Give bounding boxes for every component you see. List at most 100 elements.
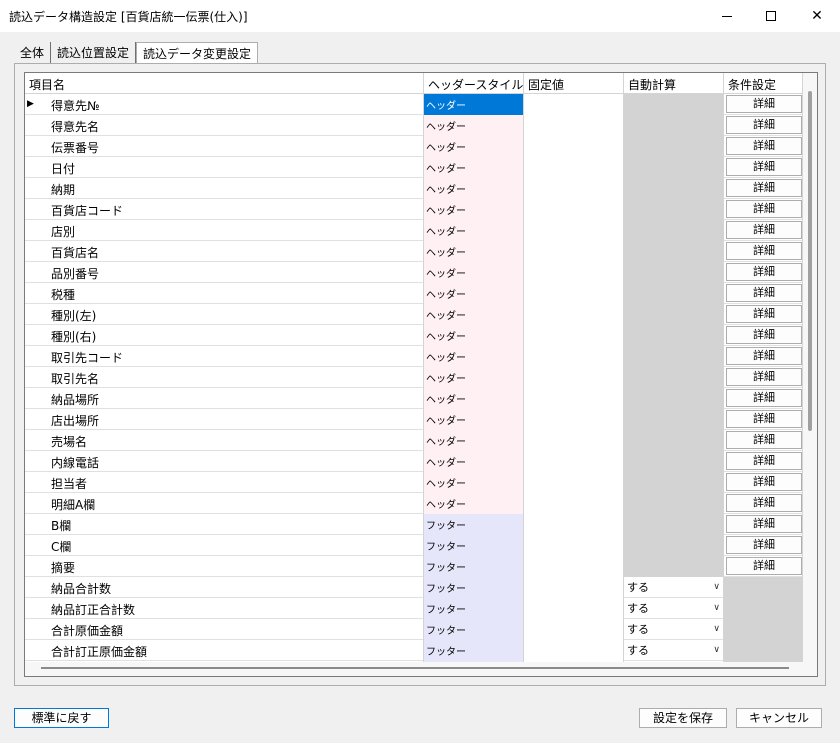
auto-calc-dropdown[interactable]: する ∨ (624, 577, 723, 597)
item-name-cell[interactable]: 納品合計数 (25, 577, 424, 598)
item-name-cell[interactable]: 種別(右) (25, 325, 424, 346)
header-style-cell[interactable]: ヘッダー (424, 388, 524, 409)
fixed-value-cell[interactable] (524, 472, 624, 493)
header-style-cell[interactable]: ヘッダー (424, 283, 524, 304)
detail-button[interactable]: 詳細 (726, 221, 802, 239)
detail-button[interactable]: 詳細 (726, 200, 802, 218)
fixed-value-cell[interactable] (524, 94, 624, 115)
table-row[interactable]: 取引先名 ヘッダー 詳細 (25, 367, 803, 388)
detail-button[interactable]: 詳細 (726, 368, 802, 386)
fixed-value-cell[interactable] (524, 619, 624, 640)
vertical-scroll-thumb[interactable] (808, 91, 812, 431)
fixed-value-cell[interactable] (524, 388, 624, 409)
table-row[interactable]: ▶ 得意先№ ヘッダー 詳細 (25, 94, 803, 115)
item-name-cell[interactable]: 百貨店コード (25, 199, 424, 220)
table-row[interactable]: 品別番号 ヘッダー 詳細 (25, 262, 803, 283)
vertical-scrollbar[interactable] (803, 73, 817, 676)
table-row[interactable]: 売場名 ヘッダー 詳細 (25, 430, 803, 451)
auto-calc-cell[interactable]: する ∨ (624, 577, 724, 598)
header-style-cell[interactable]: フッター (424, 514, 524, 535)
table-row[interactable]: B欄 フッター 詳細 (25, 514, 803, 535)
item-name-cell[interactable]: 内線電話 (25, 451, 424, 472)
item-name-cell[interactable]: 日付 (25, 157, 424, 178)
item-name-cell[interactable]: 百貨店名 (25, 241, 424, 262)
detail-button[interactable]: 詳細 (726, 557, 802, 575)
header-style-cell[interactable]: フッター (424, 556, 524, 577)
auto-calc-cell[interactable]: する ∨ (624, 619, 724, 640)
fixed-value-cell[interactable] (524, 409, 624, 430)
detail-button[interactable]: 詳細 (726, 536, 802, 554)
header-style-cell[interactable]: ヘッダー (424, 220, 524, 241)
horizontal-scroll-thumb[interactable] (41, 667, 789, 669)
auto-calc-dropdown[interactable]: する ∨ (624, 619, 723, 639)
detail-button[interactable]: 詳細 (726, 515, 802, 533)
table-row[interactable]: 合計原価金額 フッター する ∨ (25, 619, 803, 640)
detail-button[interactable]: 詳細 (726, 305, 802, 323)
auto-calc-cell[interactable]: する ∨ (624, 598, 724, 619)
header-style-cell[interactable]: ヘッダー (424, 136, 524, 157)
detail-button[interactable]: 詳細 (726, 431, 802, 449)
detail-button[interactable]: 詳細 (726, 95, 802, 113)
fixed-value-cell[interactable] (524, 535, 624, 556)
table-row[interactable]: 担当者 ヘッダー 詳細 (25, 472, 803, 493)
fixed-value-cell[interactable] (524, 598, 624, 619)
table-row[interactable]: 税種 ヘッダー 詳細 (25, 283, 803, 304)
header-style-cell[interactable]: ヘッダー (424, 346, 524, 367)
fixed-value-cell[interactable] (524, 640, 624, 661)
chevron-down-icon[interactable]: ∨ (713, 624, 720, 634)
item-name-cell[interactable]: 店出場所 (25, 409, 424, 430)
detail-button[interactable]: 詳細 (726, 347, 802, 365)
table-row[interactable]: 種別(左) ヘッダー 詳細 (25, 304, 803, 325)
column-header-condition[interactable]: 条件設定 (724, 73, 803, 94)
fixed-value-cell[interactable] (524, 577, 624, 598)
item-name-cell[interactable]: 納期 (25, 178, 424, 199)
item-name-cell[interactable]: ▶ 得意先№ (25, 94, 424, 115)
item-name-cell[interactable]: 取引先名 (25, 367, 424, 388)
reset-defaults-button[interactable]: 標準に戻す (14, 708, 109, 728)
table-row[interactable]: 店出場所 ヘッダー 詳細 (25, 409, 803, 430)
item-name-cell[interactable]: B欄 (25, 514, 424, 535)
cancel-button[interactable]: キャンセル (736, 708, 822, 728)
item-name-cell[interactable]: 品別番号 (25, 262, 424, 283)
column-header-auto-calc[interactable]: 自動計算 (624, 73, 724, 94)
detail-button[interactable]: 詳細 (726, 242, 802, 260)
detail-button[interactable]: 詳細 (726, 158, 802, 176)
fixed-value-cell[interactable] (524, 514, 624, 535)
table-row[interactable]: C欄 フッター 詳細 (25, 535, 803, 556)
item-name-cell[interactable]: 担当者 (25, 472, 424, 493)
detail-button[interactable]: 詳細 (726, 494, 802, 512)
header-style-cell[interactable]: ヘッダー (424, 430, 524, 451)
item-name-cell[interactable]: C欄 (25, 535, 424, 556)
header-style-cell[interactable]: フッター (424, 640, 524, 661)
table-row[interactable]: 納品場所 ヘッダー 詳細 (25, 388, 803, 409)
table-row[interactable]: 日付 ヘッダー 詳細 (25, 157, 803, 178)
fixed-value-cell[interactable] (524, 157, 624, 178)
table-row[interactable]: 百貨店コード ヘッダー 詳細 (25, 199, 803, 220)
detail-button[interactable]: 詳細 (726, 473, 802, 491)
table-row[interactable]: 百貨店名 ヘッダー 詳細 (25, 241, 803, 262)
detail-button[interactable]: 詳細 (726, 263, 802, 281)
fixed-value-cell[interactable] (524, 367, 624, 388)
chevron-down-icon[interactable]: ∨ (713, 603, 720, 613)
detail-button[interactable]: 詳細 (726, 179, 802, 197)
header-style-cell[interactable]: ヘッダー (424, 94, 524, 115)
chevron-down-icon[interactable]: ∨ (713, 582, 720, 592)
minimize-button[interactable] (704, 0, 750, 32)
auto-calc-dropdown[interactable]: する ∨ (624, 598, 723, 618)
item-name-cell[interactable]: 納品場所 (25, 388, 424, 409)
fixed-value-cell[interactable] (524, 346, 624, 367)
tab-general[interactable]: 全体 (14, 42, 52, 64)
column-header-fixed-value[interactable]: 固定値 (524, 73, 624, 94)
table-row[interactable]: 取引先コード ヘッダー 詳細 (25, 346, 803, 367)
header-style-cell[interactable]: ヘッダー (424, 178, 524, 199)
item-name-cell[interactable]: 摘要 (25, 556, 424, 577)
header-style-cell[interactable]: フッター (424, 535, 524, 556)
table-row[interactable]: 店別 ヘッダー 詳細 (25, 220, 803, 241)
table-row[interactable]: 伝票番号 ヘッダー 詳細 (25, 136, 803, 157)
fixed-value-cell[interactable] (524, 283, 624, 304)
table-row[interactable]: 納期 ヘッダー 詳細 (25, 178, 803, 199)
detail-button[interactable]: 詳細 (726, 389, 802, 407)
save-settings-button[interactable]: 設定を保存 (639, 708, 727, 728)
auto-calc-dropdown[interactable]: する ∨ (624, 640, 723, 660)
header-style-cell[interactable]: ヘッダー (424, 409, 524, 430)
